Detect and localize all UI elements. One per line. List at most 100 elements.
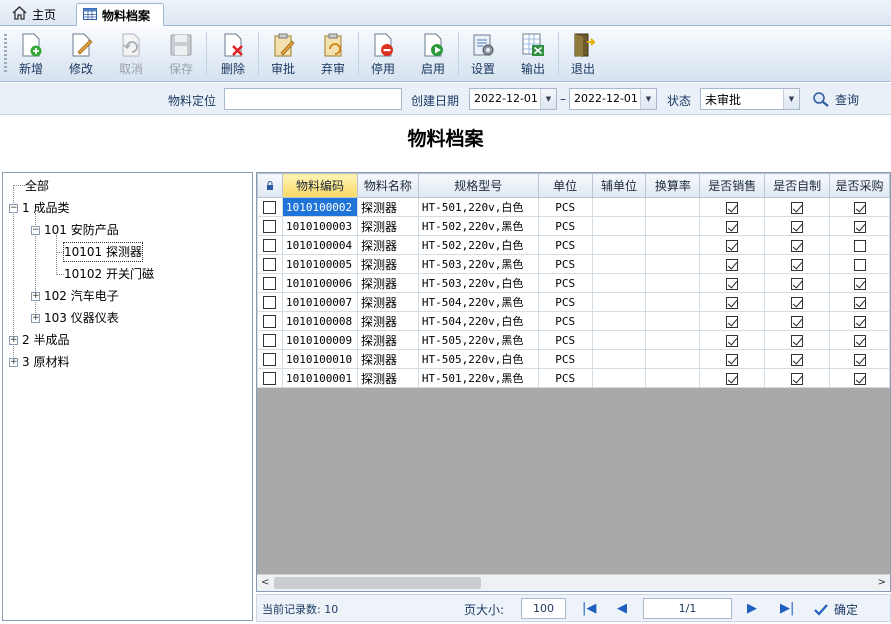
column-header-name[interactable]: 物料名称: [356, 173, 419, 198]
cell-is-self-made[interactable]: [764, 330, 831, 350]
tab-material-archive[interactable]: 物料档案: [76, 3, 164, 26]
row-checkbox[interactable]: [263, 353, 277, 366]
save-button[interactable]: 保存: [158, 30, 204, 80]
row-checkbox[interactable]: [263, 296, 277, 309]
cell-aux-unit[interactable]: [591, 349, 647, 369]
row-checkbox[interactable]: [263, 258, 277, 271]
edit-button[interactable]: 修改: [58, 30, 104, 80]
checkbox-icon[interactable]: [726, 201, 739, 214]
checkbox-icon[interactable]: [726, 372, 739, 385]
row-checkbox[interactable]: [263, 334, 277, 347]
horizontal-scrollbar[interactable]: < >: [257, 574, 890, 591]
table-row[interactable]: 1010100007 探测器 HT-504,220v,黑色 PCS: [257, 292, 890, 312]
cell-name[interactable]: 探测器: [356, 330, 419, 350]
date-from-picker[interactable]: 2022-12-01 ▼: [469, 88, 557, 110]
tree-node-103[interactable]: + 103 仪器仪表: [31, 309, 119, 327]
checkbox-icon[interactable]: [791, 315, 804, 328]
expand-icon[interactable]: +: [9, 335, 18, 345]
cell-aux-unit[interactable]: [591, 216, 647, 236]
cell-aux-unit[interactable]: [591, 235, 647, 255]
table-row[interactable]: 1010100010 探测器 HT-505,220v,白色 PCS: [257, 349, 890, 369]
cell-is-purchase[interactable]: [829, 216, 890, 236]
unapprove-button[interactable]: 弃审: [310, 30, 356, 80]
row-checkbox[interactable]: [263, 201, 277, 214]
cell-is-purchase[interactable]: [829, 254, 890, 274]
row-select-cell[interactable]: [257, 235, 283, 255]
table-row[interactable]: 1010100009 探测器 HT-505,220v,黑色 PCS: [257, 330, 890, 350]
checkbox-icon[interactable]: [726, 220, 739, 233]
table-row[interactable]: 1010100003 探测器 HT-502,220v,黑色 PCS: [257, 216, 890, 236]
cell-aux-unit[interactable]: [591, 368, 647, 388]
cell-code[interactable]: 1010100001: [281, 368, 358, 388]
cell-conversion-rate[interactable]: [645, 311, 701, 331]
checkbox-icon[interactable]: [791, 296, 804, 309]
column-header-code[interactable]: 物料编码: [281, 173, 358, 198]
status-select[interactable]: 未审批 ▼: [700, 88, 800, 110]
checkbox-icon[interactable]: [853, 220, 866, 233]
checkbox-icon[interactable]: [791, 353, 804, 366]
cell-aux-unit[interactable]: [591, 330, 647, 350]
cell-code[interactable]: 1010100002: [281, 197, 358, 217]
cell-is-sale[interactable]: [699, 216, 766, 236]
cell-is-purchase[interactable]: [829, 311, 890, 331]
tree-node-3[interactable]: + 3 原材料: [9, 353, 69, 371]
cell-is-purchase[interactable]: [829, 349, 890, 369]
checkbox-icon[interactable]: [791, 334, 804, 347]
new-button[interactable]: 新增: [8, 30, 54, 80]
cell-code[interactable]: 1010100004: [281, 235, 358, 255]
column-header-spec[interactable]: 规格型号: [417, 173, 539, 198]
checkbox-icon[interactable]: [853, 315, 866, 328]
row-checkbox[interactable]: [263, 372, 277, 385]
cell-name[interactable]: 探测器: [356, 292, 419, 312]
row-checkbox[interactable]: [263, 239, 277, 252]
row-checkbox[interactable]: [263, 220, 277, 233]
checkbox-icon[interactable]: [726, 258, 739, 271]
cell-is-self-made[interactable]: [764, 216, 831, 236]
checkbox-icon[interactable]: [853, 372, 866, 385]
cell-is-self-made[interactable]: [764, 197, 831, 217]
enable-button[interactable]: 启用: [410, 30, 456, 80]
cell-code[interactable]: 1010100010: [281, 349, 358, 369]
column-header-unit[interactable]: 单位: [537, 173, 593, 198]
last-page-icon[interactable]: ▶|: [780, 601, 794, 616]
cell-conversion-rate[interactable]: [645, 235, 701, 255]
column-header-is-self-made[interactable]: 是否自制: [764, 173, 831, 198]
cancel-button[interactable]: 取消: [108, 30, 154, 80]
checkbox-icon[interactable]: [726, 277, 739, 290]
cell-is-purchase[interactable]: [829, 368, 890, 388]
cell-name[interactable]: 探测器: [356, 254, 419, 274]
cell-aux-unit[interactable]: [591, 197, 647, 217]
cell-unit[interactable]: PCS: [537, 292, 593, 312]
cell-name[interactable]: 探测器: [356, 273, 419, 293]
cell-aux-unit[interactable]: [591, 273, 647, 293]
expand-icon[interactable]: +: [31, 291, 40, 301]
cell-name[interactable]: 探测器: [356, 349, 419, 369]
table-row[interactable]: 1010100002 探测器 HT-501,220v,白色 PCS: [257, 197, 890, 217]
cell-conversion-rate[interactable]: [645, 254, 701, 274]
dropdown-arrow-icon[interactable]: ▼: [540, 89, 556, 109]
cell-spec[interactable]: HT-503,220v,白色: [417, 273, 539, 293]
table-row[interactable]: 1010100008 探测器 HT-504,220v,白色 PCS: [257, 311, 890, 331]
cell-is-purchase[interactable]: [829, 273, 890, 293]
cell-conversion-rate[interactable]: [645, 368, 701, 388]
cell-aux-unit[interactable]: [591, 292, 647, 312]
expand-icon[interactable]: +: [31, 313, 40, 323]
cell-is-self-made[interactable]: [764, 254, 831, 274]
page-number-input[interactable]: 1/1: [643, 598, 732, 619]
table-row[interactable]: 1010100005 探测器 HT-503,220v,黑色 PCS: [257, 254, 890, 274]
checkbox-icon[interactable]: [853, 296, 866, 309]
row-select-cell[interactable]: [257, 254, 283, 274]
scroll-right-icon[interactable]: >: [878, 577, 886, 588]
cell-spec[interactable]: HT-504,220v,黑色: [417, 292, 539, 312]
next-page-icon[interactable]: ▶: [747, 601, 757, 616]
row-select-cell[interactable]: [257, 197, 283, 217]
row-select-cell[interactable]: [257, 368, 283, 388]
row-select-cell[interactable]: [257, 349, 283, 369]
cell-conversion-rate[interactable]: [645, 349, 701, 369]
cell-is-sale[interactable]: [699, 330, 766, 350]
cell-is-sale[interactable]: [699, 292, 766, 312]
checkbox-icon[interactable]: [791, 239, 804, 252]
disable-button[interactable]: 停用: [360, 30, 406, 80]
cell-is-purchase[interactable]: [829, 235, 890, 255]
first-page-icon[interactable]: |◀: [582, 601, 596, 616]
